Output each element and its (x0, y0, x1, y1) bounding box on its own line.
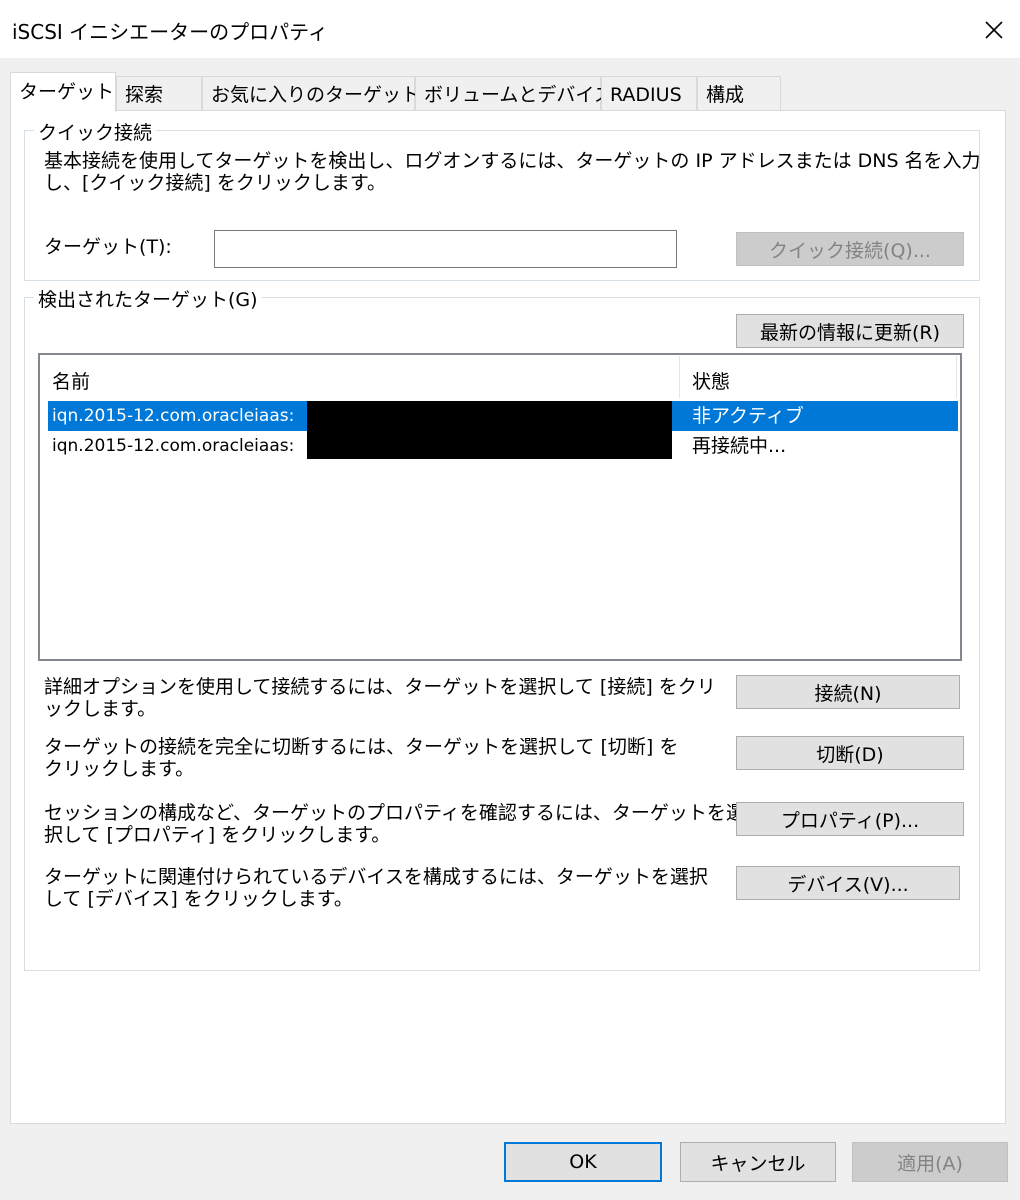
connect-description-line1: 詳細オプションを使用して接続するには、ターゲットを選択して [接続] をクリ (44, 676, 716, 698)
targets-listview[interactable] (38, 353, 962, 661)
target-name: iqn.2015-12.com.oracleiaas: (52, 436, 295, 456)
target-status: 再接続中... (692, 435, 787, 457)
target-input[interactable] (214, 230, 677, 268)
quick-connect-legend: クイック接続 (34, 118, 157, 145)
close-button[interactable] (972, 8, 1016, 52)
discovered-targets-legend: 検出されたターゲット(G) (34, 285, 262, 312)
properties-button[interactable]: プロパティ(P)... (736, 802, 964, 836)
devices-button[interactable]: デバイス(V)... (736, 866, 960, 900)
column-separator[interactable] (956, 356, 957, 398)
disconnect-description-line1: ターゲットの接続を完全に切断するには、ターゲットを選択して [切断] を (44, 736, 679, 758)
tab-target[interactable]: ターゲット (10, 72, 116, 112)
redaction-bar (307, 431, 672, 459)
ok-button[interactable]: OK (504, 1142, 662, 1182)
quick-connect-button[interactable]: クイック接続(Q)... (736, 232, 964, 266)
apply-button[interactable]: 適用(A) (852, 1142, 1008, 1182)
tab-volumes-devices[interactable]: ボリュームとデバイス (415, 76, 613, 110)
target-label: ターゲット(T): (44, 236, 172, 258)
redaction-bar (307, 401, 672, 431)
connect-description-line2: ックします。 (44, 698, 157, 720)
disconnect-description-line2: クリックします。 (44, 758, 195, 780)
cancel-button[interactable]: キャンセル (680, 1142, 836, 1182)
disconnect-button[interactable]: 切断(D) (736, 736, 964, 770)
properties-description-line2: 択して [プロパティ] をクリックします。 (44, 824, 391, 846)
tab-discovery[interactable]: 探索 (116, 76, 202, 110)
column-separator[interactable] (679, 356, 680, 398)
connect-button[interactable]: 接続(N) (736, 675, 960, 709)
quick-connect-description-line1: 基本接続を使用してターゲットを検出し、ログオンするには、ターゲットの IP アド… (44, 150, 981, 172)
tab-radius[interactable]: RADIUS (601, 76, 697, 110)
column-header-status[interactable]: 状態 (692, 367, 730, 394)
tab-configuration[interactable]: 構成 (697, 76, 781, 110)
devices-description-line1: ターゲットに関連付けられているデバイスを構成するには、ターゲットを選択 (44, 866, 708, 888)
properties-description-line1: セッションの構成など、ターゲットのプロパティを確認するには、ターゲットを選 (44, 802, 745, 824)
target-status: 非アクティブ (692, 405, 804, 427)
quick-connect-description-line2: し、[クイック接続] をクリックします。 (44, 172, 386, 194)
window-title: iSCSI イニシエーターのプロパティ (12, 20, 328, 44)
target-name: iqn.2015-12.com.oracleiaas: (52, 406, 295, 426)
tab-favorite-targets[interactable]: お気に入りのターゲット (202, 76, 420, 110)
close-icon (985, 21, 1003, 39)
devices-description-line2: して [デバイス] をクリックします。 (44, 888, 353, 910)
refresh-button[interactable]: 最新の情報に更新(R) (736, 314, 964, 348)
column-header-name[interactable]: 名前 (52, 367, 90, 394)
